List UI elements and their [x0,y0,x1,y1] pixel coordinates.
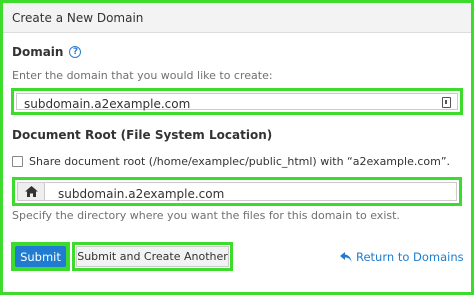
submit-button[interactable]: Submit [15,246,66,267]
submit-and-create-another-button[interactable]: Submit and Create Another [76,246,229,267]
domain-label: Domain [12,45,64,59]
document-root-hint: Specify the directory where you want the… [12,209,400,222]
submit-and-create-another-highlight: Submit and Create Another [72,242,233,271]
return-arrow-icon [340,251,352,262]
page-title: Create a New Domain [12,11,144,25]
domain-label-row: Domain ? [12,45,82,59]
document-root-input[interactable]: subdomain.a2example.com [45,182,457,201]
submit-button-highlight: Submit [11,242,70,271]
domain-hint: Enter the domain that you would like to … [12,69,273,82]
return-to-domains-link[interactable]: Return to Domains [340,250,464,264]
home-addon [17,182,45,201]
domain-input-highlight: subdomain.a2example.com [11,88,463,115]
share-document-root-checkbox[interactable] [12,156,23,167]
return-to-domains-label: Return to Domains [356,250,464,264]
question-circle-icon[interactable]: ? [69,46,82,58]
panel-header: Create a New Domain [3,3,471,33]
document-root-label: Document Root (File System Location) [12,128,273,142]
share-document-root-label: Share document root (/home/examplec/publ… [29,155,451,168]
document-root-input-highlight: subdomain.a2example.com [12,177,462,206]
domain-input[interactable]: subdomain.a2example.com [16,93,458,111]
lock-icon [442,97,451,108]
home-icon [24,186,38,197]
share-document-root-row[interactable]: Share document root (/home/examplec/publ… [12,155,450,168]
